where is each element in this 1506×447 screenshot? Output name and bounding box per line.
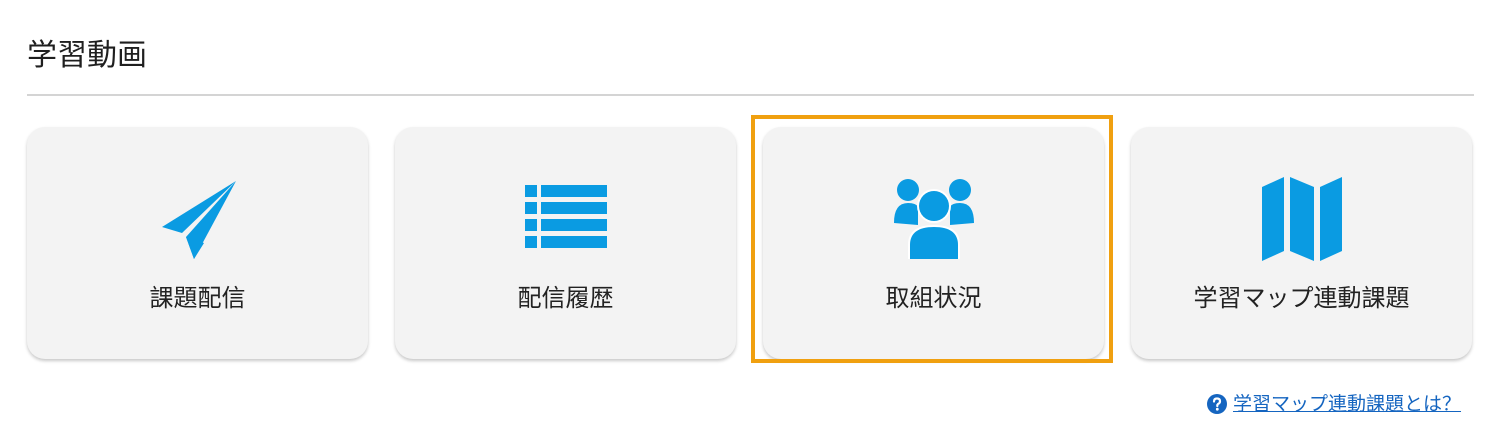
title-divider <box>27 94 1474 96</box>
card-label: 学習マップ連動課題 <box>1193 284 1410 312</box>
card-label: 配信履歴 <box>517 284 614 312</box>
card-learning-map-linked-assignment[interactable]: 学習マップ連動課題 <box>1131 127 1472 359</box>
list-icon <box>524 177 608 261</box>
map-icon <box>1260 177 1344 261</box>
page-title: 学習動画 <box>27 38 147 73</box>
paper-plane-icon <box>156 177 240 261</box>
card-progress-status[interactable]: 取組状況 <box>763 127 1104 359</box>
users-icon <box>892 177 976 261</box>
card-label: 取組状況 <box>885 284 982 312</box>
help-link[interactable]: 学習マップ連動課題とは？ <box>1207 391 1461 417</box>
card-label: 課題配信 <box>149 284 246 312</box>
help-link-text: 学習マップ連動課題とは？ <box>1233 393 1462 415</box>
card-assignment-delivery[interactable]: 課題配信 <box>27 127 368 359</box>
question-circle-icon <box>1207 394 1233 414</box>
card-delivery-history[interactable]: 配信履歴 <box>395 127 736 359</box>
